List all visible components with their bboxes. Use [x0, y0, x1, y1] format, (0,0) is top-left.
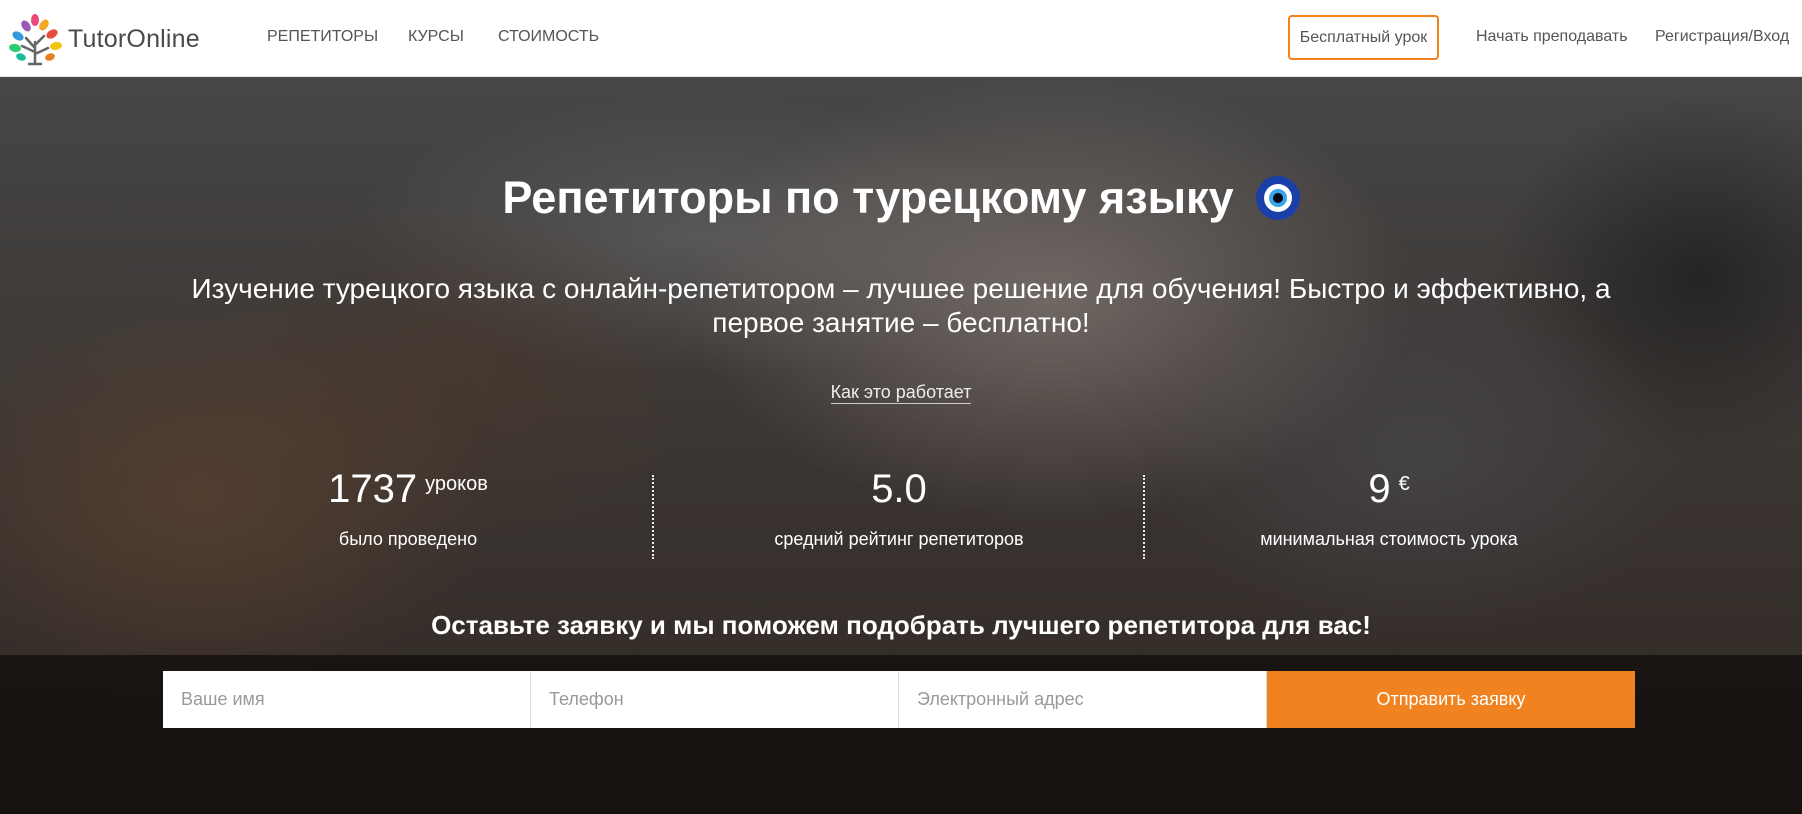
- page-title-text: Репетиторы по турецкому языку: [502, 172, 1234, 223]
- logo[interactable]: TutorOnline: [8, 12, 200, 66]
- tree-logo-icon: [9, 14, 62, 66]
- stat-price-unit: €: [1398, 473, 1410, 495]
- stat-rating: 5.0 средний рейтинг репетиторов: [659, 467, 1139, 550]
- phone-field[interactable]: [531, 671, 899, 728]
- stat-lessons-unit: уроков: [425, 473, 488, 495]
- logo-text: TutorOnline: [68, 24, 200, 53]
- stat-price-label: минимальная стоимость урока: [1260, 529, 1518, 549]
- free-lesson-button[interactable]: Бесплатный урок: [1288, 15, 1439, 60]
- how-it-works: Как это работает: [0, 382, 1802, 404]
- stat-divider: [652, 475, 654, 559]
- submit-request-button[interactable]: Отправить заявку: [1267, 671, 1635, 728]
- stat-rating-number: 5.0: [871, 467, 927, 511]
- page-title: Репетиторы по турецкому языку: [0, 172, 1802, 224]
- nav-price[interactable]: СТОИМОСТЬ: [498, 28, 599, 46]
- stat-lessons-number: 1737: [328, 467, 418, 511]
- nav-tutors[interactable]: РЕПЕТИТОРЫ: [267, 28, 378, 46]
- request-form-title: Оставьте заявку и мы поможем подобрать л…: [431, 610, 1371, 640]
- stat-rating-label: средний рейтинг репетиторов: [774, 529, 1024, 549]
- request-form: Отправить заявку: [163, 671, 1635, 728]
- register-login-link[interactable]: Регистрация/Вход: [1655, 28, 1789, 46]
- evil-eye-icon: [1255, 176, 1300, 220]
- nav-courses[interactable]: КУРСЫ: [408, 28, 464, 46]
- stat-divider: [1143, 475, 1145, 559]
- start-teaching-link[interactable]: Начать преподавать: [1476, 28, 1628, 46]
- name-field[interactable]: [163, 671, 531, 728]
- hero-subtitle: Изучение турецкого языка с онлайн-репети…: [191, 273, 1611, 338]
- email-field[interactable]: [899, 671, 1267, 728]
- how-it-works-link[interactable]: Как это работает: [830, 382, 972, 404]
- stat-price: 9 € минимальная стоимость урока: [1149, 467, 1629, 550]
- stat-price-number: 9: [1368, 467, 1391, 511]
- stat-lessons: 1737 уроков было проведено: [168, 467, 648, 550]
- top-navigation-bar: TutorOnline РЕПЕТИТОРЫ КУРСЫ СТОИМОСТЬ Б…: [0, 0, 1802, 77]
- stat-lessons-label: было проведено: [338, 529, 478, 549]
